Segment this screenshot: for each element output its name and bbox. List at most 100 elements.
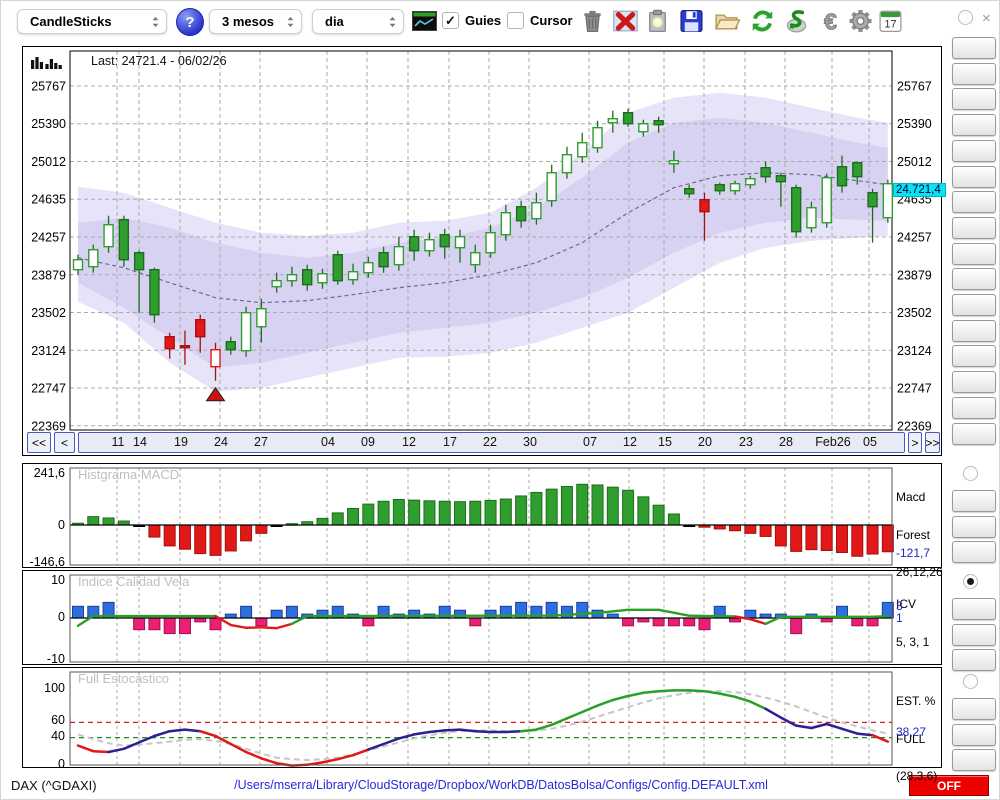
range-value: 3 mesos bbox=[222, 14, 275, 29]
stochastic-value: 38,27 bbox=[896, 725, 927, 739]
app-window: CandleSticks ? 3 mesos dia ✓ Guies Curso… bbox=[0, 0, 1000, 800]
lines-percent-button[interactable]: % bbox=[952, 345, 999, 377]
euro-icon[interactable]: € bbox=[817, 8, 844, 35]
macd-right-label: Macd bbox=[896, 490, 926, 504]
open-folder-icon[interactable] bbox=[713, 8, 741, 34]
svg-text:25390: 25390 bbox=[31, 117, 66, 131]
date-axis-strip[interactable]: 11 14 19 24 27 04 09 12 17 22 30 07 12 15 20 23 28 Feb26 0… bbox=[78, 432, 905, 453]
date-tick-label: 30 bbox=[523, 435, 537, 449]
macd-curves-button[interactable] bbox=[952, 541, 999, 571]
status-bar: DAX (^GDAXI) /Users/mserra/Library/Cloud… bbox=[1, 771, 999, 799]
icv-curves-button[interactable] bbox=[952, 649, 999, 679]
icv-lines-percent-button[interactable]: % bbox=[952, 623, 999, 656]
cursor-label: Cursor bbox=[530, 13, 573, 28]
date-tick-label: 24 bbox=[214, 435, 228, 449]
stoch-curves-button[interactable] bbox=[952, 749, 999, 779]
date-tick-label: 17 bbox=[443, 435, 457, 449]
macd-panel: 241,6 0 -146,6 Histgrama MACD Macd Forest … bbox=[22, 463, 943, 578]
cursor-checkbox[interactable]: Cursor bbox=[507, 12, 573, 29]
svg-text:24257: 24257 bbox=[31, 231, 66, 245]
forbidden-button[interactable] bbox=[952, 371, 996, 405]
macd-lines-percent-button[interactable]: % bbox=[952, 515, 999, 548]
config-path-label: /Users/mserra/Library/CloudStorage/Dropb… bbox=[234, 778, 768, 792]
last-price-label: Last: 24721.4 - 06/02/26 bbox=[91, 54, 227, 68]
blue-hline-button[interactable] bbox=[952, 114, 996, 136]
record-button[interactable] bbox=[952, 397, 996, 430]
panel-radio-stoch[interactable] bbox=[963, 674, 978, 689]
zoom-button[interactable] bbox=[952, 37, 996, 70]
price-volume-button[interactable] bbox=[952, 63, 997, 94]
svg-text:25767: 25767 bbox=[897, 80, 932, 94]
refresh-icon[interactable] bbox=[749, 8, 776, 34]
stochastic-title: Full Estocástico bbox=[78, 671, 170, 686]
svg-text:23879: 23879 bbox=[31, 268, 66, 282]
chart-type-select[interactable]: CandleSticks bbox=[17, 9, 167, 34]
date-tick-label: 14 bbox=[133, 435, 147, 449]
delete-x-icon[interactable] bbox=[612, 8, 639, 34]
window-close-icon[interactable]: × bbox=[982, 10, 991, 27]
svg-text:0: 0 bbox=[58, 610, 65, 624]
stoch-lines-percent-button[interactable]: % bbox=[952, 723, 999, 756]
chevron-updown-icon bbox=[151, 16, 160, 28]
arrow-down-red-button[interactable] bbox=[952, 217, 996, 251]
svg-text:25012: 25012 bbox=[31, 155, 66, 169]
svg-text:€: € bbox=[824, 8, 837, 34]
svg-text:24635: 24635 bbox=[31, 193, 66, 207]
trash-icon[interactable] bbox=[579, 8, 606, 34]
interval-value: dia bbox=[325, 14, 344, 29]
svg-text:23124: 23124 bbox=[31, 344, 66, 358]
svg-text:10: 10 bbox=[51, 573, 65, 587]
scroll-last-button[interactable]: >> bbox=[925, 432, 940, 453]
svg-text:100: 100 bbox=[44, 681, 65, 695]
svg-text:60: 60 bbox=[51, 713, 65, 727]
interval-select[interactable]: dia bbox=[312, 9, 404, 34]
macd-arrows-red-green-button[interactable] bbox=[952, 490, 998, 520]
help-button[interactable]: ? bbox=[176, 8, 204, 36]
checkbox-box bbox=[507, 12, 524, 29]
date-tick-label: 05 bbox=[863, 435, 877, 449]
guies-checkbox[interactable]: ✓ Guies bbox=[442, 12, 501, 29]
add-arrows-button[interactable] bbox=[952, 268, 999, 299]
svg-text:17: 17 bbox=[884, 19, 896, 31]
svg-text:0: 0 bbox=[58, 518, 65, 532]
guies-label: Guies bbox=[465, 13, 502, 28]
arrow-up-blue-button[interactable] bbox=[952, 243, 996, 276]
date-tick-label: 15 bbox=[658, 435, 672, 449]
icv-arrows-red-green-button[interactable] bbox=[952, 598, 998, 628]
sync-arrows-button[interactable] bbox=[952, 423, 996, 456]
cursor-price-tag: 24.721,4 bbox=[893, 182, 946, 197]
save-icon[interactable] bbox=[678, 8, 705, 34]
date-tick-label: 09 bbox=[361, 435, 375, 449]
panel-radio-macd[interactable] bbox=[963, 466, 978, 481]
toolbar: CandleSticks ? 3 mesos dia ✓ Guies Curso… bbox=[1, 1, 999, 43]
stoch-arrows-red-green-button[interactable] bbox=[952, 698, 998, 728]
svg-text:23502: 23502 bbox=[897, 306, 932, 320]
date-tick-label: 19 bbox=[174, 435, 188, 449]
price-plot[interactable]: 25767 2576725390 2539025012 2501224635 24635… bbox=[23, 47, 941, 455]
paste-icon[interactable] bbox=[644, 8, 671, 34]
calendar-icon[interactable]: 17 bbox=[877, 8, 904, 34]
chart-window-icon[interactable] bbox=[412, 11, 437, 31]
scroll-first-button[interactable]: << bbox=[27, 432, 51, 453]
list-rows-button[interactable] bbox=[952, 294, 996, 322]
trend-arrows-button[interactable] bbox=[952, 166, 996, 199]
chevron-updown-icon bbox=[286, 16, 295, 28]
red-hline-button[interactable] bbox=[952, 88, 996, 110]
toolbar-radio[interactable] bbox=[958, 10, 973, 25]
svg-text:23879: 23879 bbox=[897, 268, 932, 282]
range-select[interactable]: 3 mesos bbox=[209, 9, 302, 34]
settings-gear-icon[interactable] bbox=[847, 8, 874, 34]
svg-text:0: 0 bbox=[58, 757, 65, 767]
icv-value: 1 bbox=[896, 611, 903, 625]
svg-text:22747: 22747 bbox=[31, 382, 66, 396]
scroll-prev-button[interactable]: < bbox=[54, 432, 75, 453]
panel-radio-icv[interactable] bbox=[963, 574, 978, 589]
sync-web-icon[interactable] bbox=[783, 8, 810, 34]
vertical-range-percent-button[interactable]: % bbox=[952, 320, 999, 352]
zigzag-channel-button[interactable] bbox=[952, 140, 998, 170]
scroll-next-button[interactable]: > bbox=[908, 432, 922, 453]
svg-text:-10: -10 bbox=[47, 652, 65, 664]
date-tick-label: 12 bbox=[402, 435, 416, 449]
macd-value: -121,7 bbox=[896, 546, 931, 560]
sigma-trend-button[interactable]: Σ bbox=[952, 191, 996, 224]
